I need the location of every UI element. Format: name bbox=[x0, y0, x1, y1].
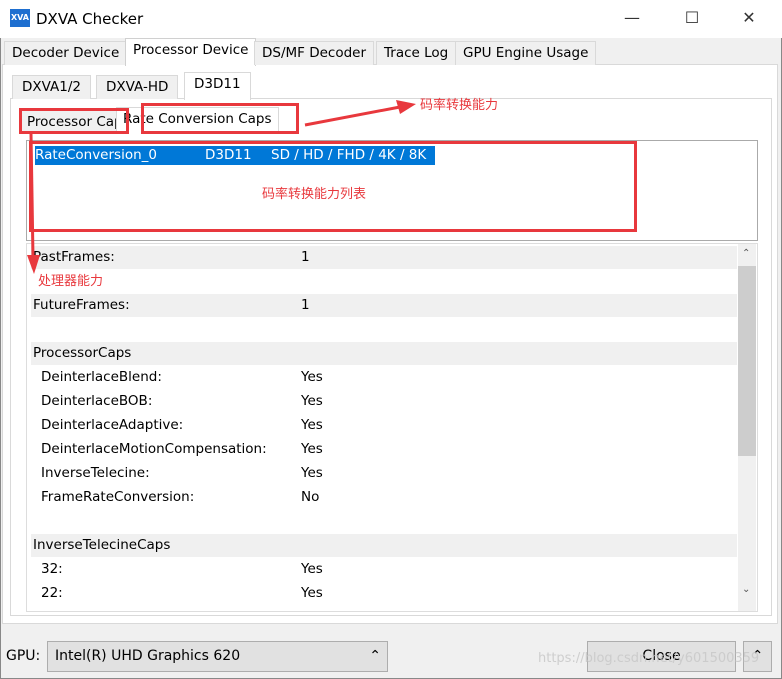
annotation-arrows bbox=[27, 100, 416, 274]
arrowhead-icon bbox=[396, 100, 416, 114]
arrow-to-processor-caps bbox=[29, 133, 35, 259]
arrowhead-icon bbox=[27, 255, 40, 274]
arrow-to-rate-caps bbox=[304, 105, 401, 127]
